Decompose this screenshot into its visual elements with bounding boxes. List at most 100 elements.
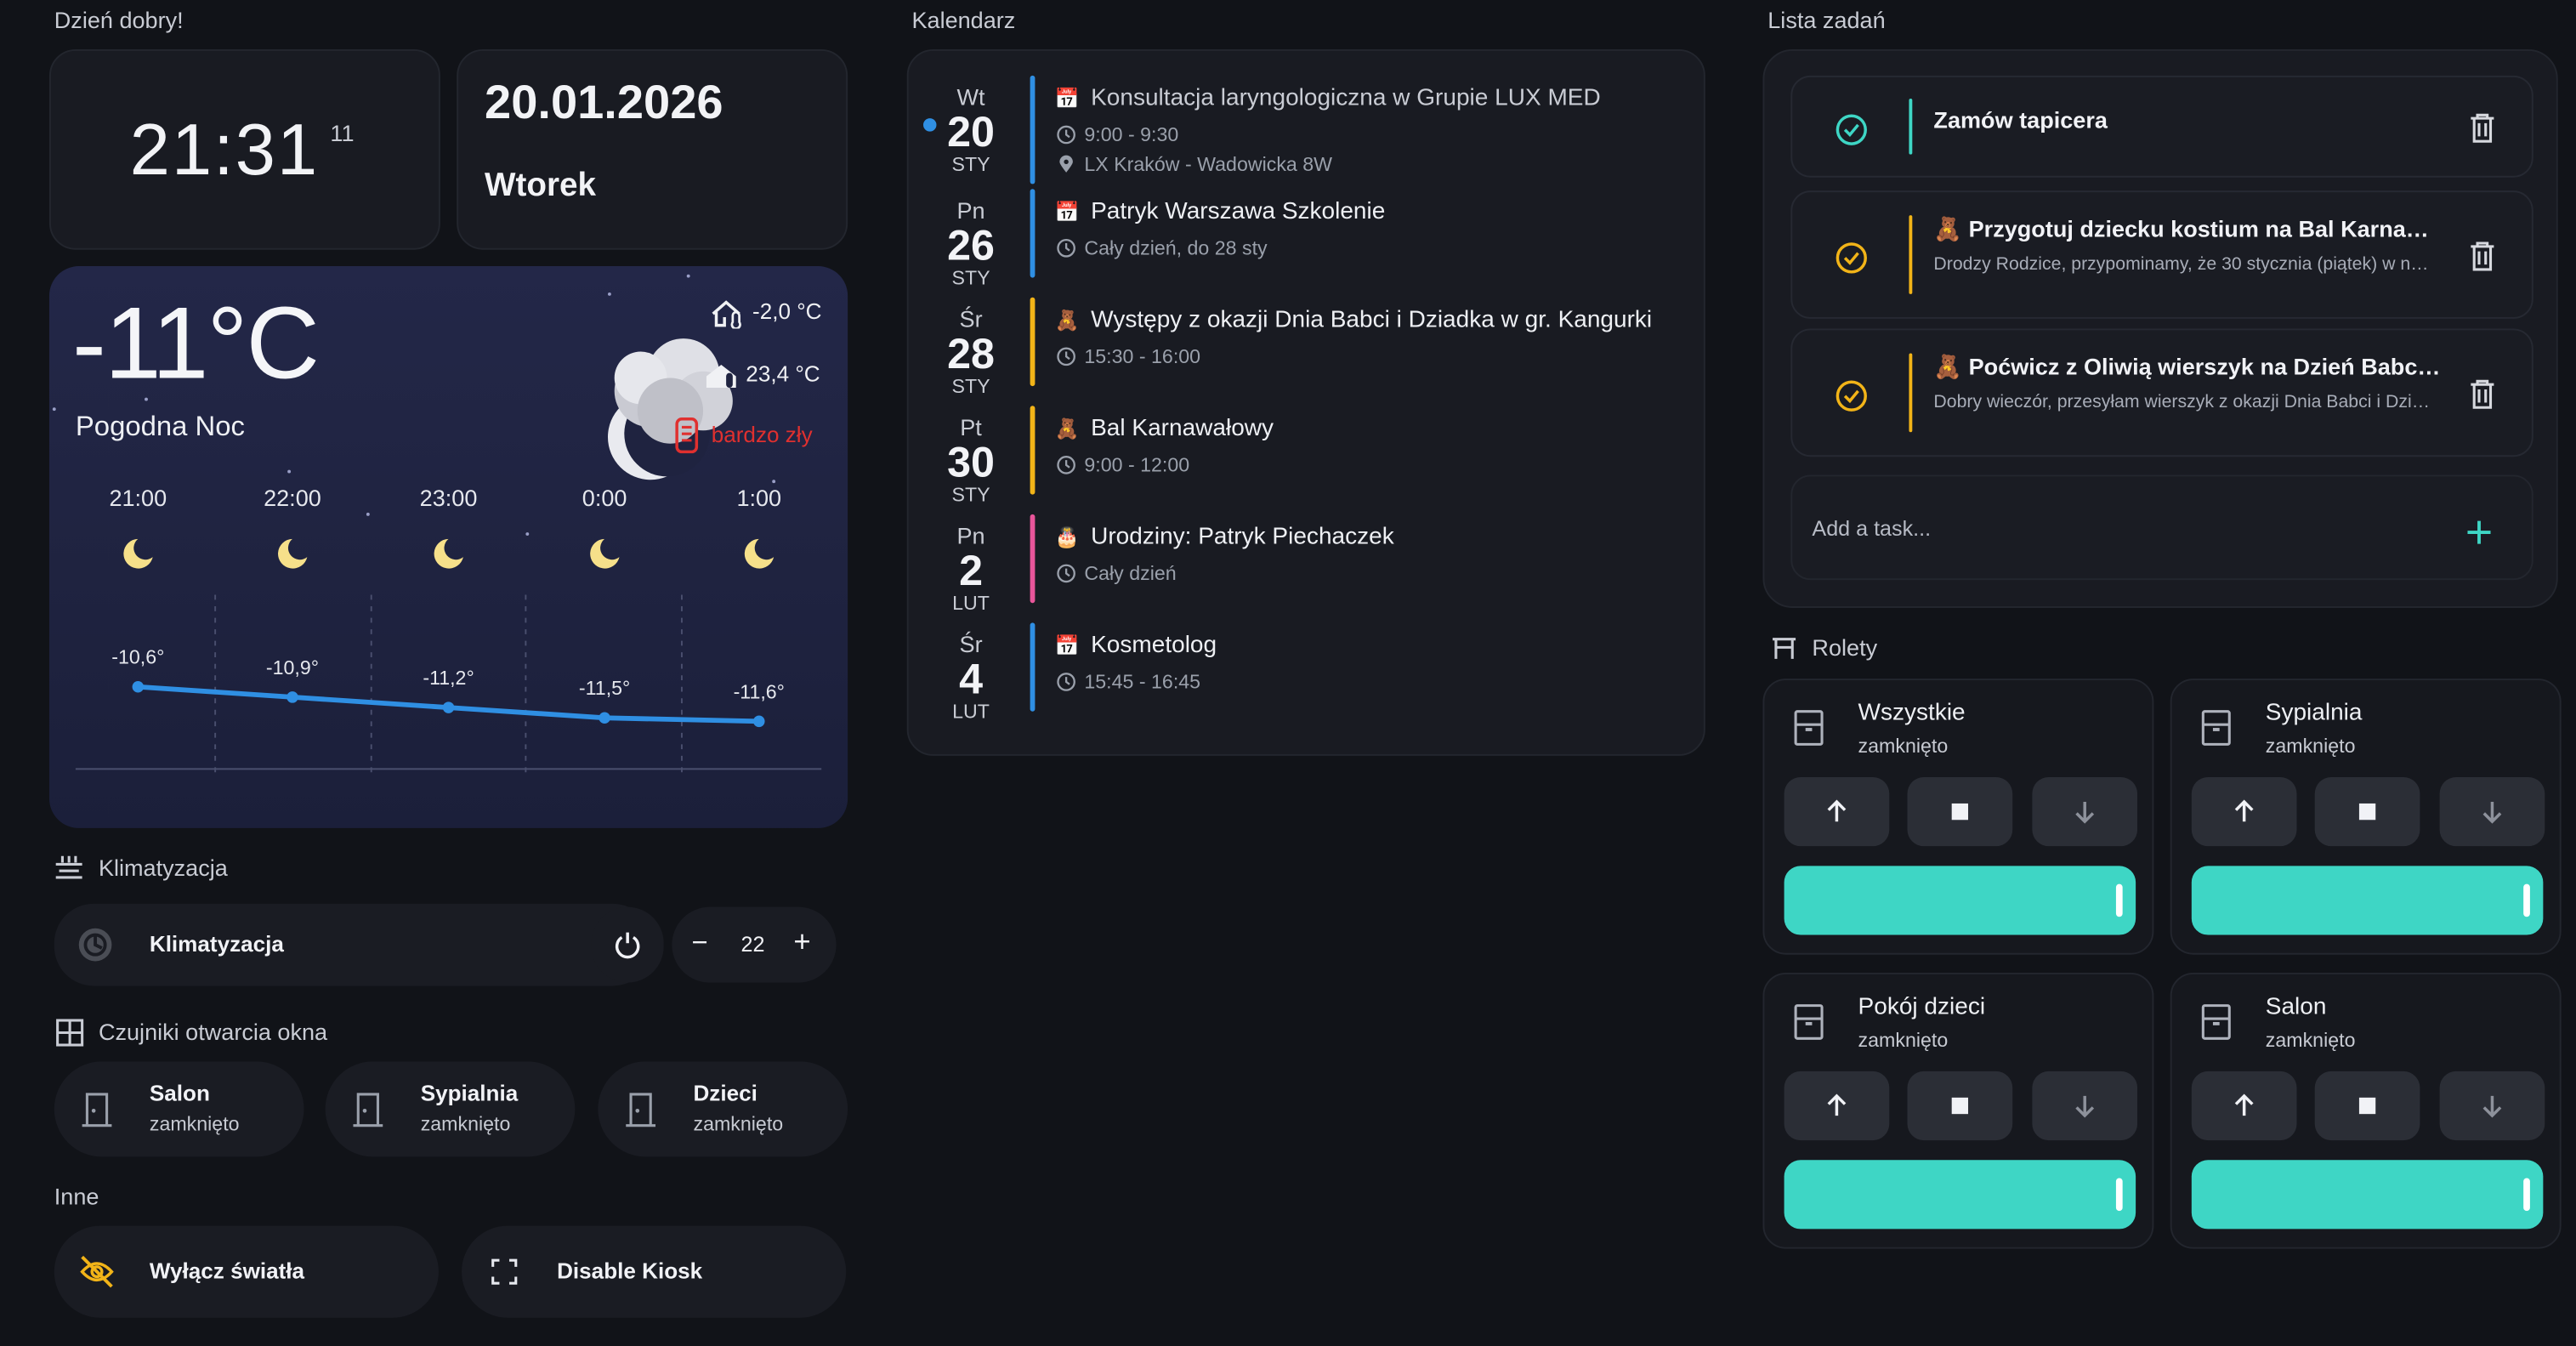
blind-name: Pokój dzieci: [1858, 994, 1986, 1021]
sensor-state: zamknięto: [149, 1112, 240, 1136]
add-task-field[interactable]: Add a task...: [1790, 474, 2533, 581]
event-day: 20: [947, 106, 995, 156]
blind-open-button[interactable]: [1784, 777, 1890, 847]
slider-handle[interactable]: [2523, 1178, 2530, 1212]
check-circle-icon[interactable]: [1835, 379, 1868, 412]
task-item[interactable]: Zamów tapicera: [1790, 75, 2533, 178]
climate-power-button[interactable]: [591, 906, 664, 983]
lights-off-button[interactable]: Wyłącz światła: [54, 1225, 439, 1318]
clock-icon: [1057, 564, 1075, 583]
blind-icon: [1794, 1004, 1824, 1041]
event-title[interactable]: Urodziny: Patryk Piechaczek: [1091, 524, 1394, 550]
event-month: STY: [951, 483, 990, 507]
event-color-bar: [1030, 406, 1036, 495]
blind-position-slider[interactable]: [1784, 1160, 2136, 1230]
delete-icon[interactable]: [2469, 113, 2495, 143]
blind-open-button[interactable]: [2191, 1071, 2297, 1141]
event-title[interactable]: Występy z okazji Dnia Babci i Dziadka w …: [1091, 307, 1652, 333]
blind-close-button[interactable]: [2439, 1071, 2545, 1141]
event-time: 9:00 - 9:30: [1057, 123, 1178, 146]
task-title: 🧸 Przygotuj dziecku kostium na Bal Karna…: [1933, 215, 2443, 242]
blind-stop-button[interactable]: [2314, 1071, 2420, 1141]
event-month: STY: [951, 266, 990, 290]
blind-stop-button[interactable]: [2314, 777, 2420, 847]
event-time-text: 15:30 - 16:00: [1084, 344, 1201, 368]
event-date: Pt 30 STY: [938, 415, 1003, 507]
climate-name: Klimatyzacja: [149, 931, 284, 957]
event-day: 4: [959, 654, 984, 704]
blind-stop-button[interactable]: [1907, 1071, 2013, 1141]
today-dot: [923, 118, 937, 132]
event-time-text: 15:45 - 16:45: [1084, 670, 1201, 694]
event-date: Śr 4 LUT: [938, 632, 1003, 724]
window-sensor-dzieci[interactable]: Dzieci zamknięto: [598, 1061, 848, 1157]
blind-card: Sypialnia zamknięto: [2170, 679, 2562, 955]
blind-card: Wszystkie zamknięto: [1762, 679, 2154, 955]
sensor-name: Salon: [149, 1081, 210, 1106]
blind-open-button[interactable]: [1784, 1071, 1890, 1141]
event-time: 15:45 - 16:45: [1057, 670, 1201, 694]
blind-stop-button[interactable]: [1907, 777, 2013, 847]
event-date: Śr 28 STY: [938, 306, 1003, 398]
sensor-state: zamknięto: [693, 1112, 784, 1136]
slider-handle[interactable]: [2115, 1178, 2123, 1212]
increase-button[interactable]: +: [793, 925, 810, 960]
blind-open-button[interactable]: [2191, 777, 2297, 847]
disable-kiosk-button[interactable]: Disable Kiosk: [462, 1225, 847, 1318]
plus-icon[interactable]: [2466, 520, 2493, 546]
window-sensor-sypialnia[interactable]: Sypialnia zamknięto: [325, 1061, 576, 1157]
clock-icon: [1057, 456, 1075, 474]
blind-state: zamknięto: [2265, 734, 2356, 758]
climate-entity[interactable]: Klimatyzacja: [54, 903, 653, 986]
event-time-text: Cały dzień, do 28 sty: [1084, 236, 1268, 260]
date-card: 20.01.2026 Wtorek: [457, 48, 848, 250]
window-section-title: Czujniki otwarcia okna: [98, 1019, 328, 1046]
blind-card: Pokój dzieci zamknięto: [1762, 972, 2154, 1249]
event-month: STY: [951, 374, 990, 398]
decrease-button[interactable]: −: [692, 927, 708, 960]
event-title[interactable]: Bal Karnawałowy: [1091, 416, 1274, 442]
temperature-point: [442, 701, 455, 713]
clock-card: 21:31 11: [48, 48, 440, 250]
clock-icon: [1057, 125, 1075, 145]
event-title[interactable]: Konsultacja laryngologiczna w Grupie LUX…: [1091, 85, 1601, 111]
event-title[interactable]: Patryk Warszawa Szkolenie: [1091, 199, 1385, 225]
arrow-up-icon: [2234, 799, 2254, 822]
blind-position-slider[interactable]: [2191, 866, 2544, 935]
slider-handle[interactable]: [2523, 883, 2530, 917]
event-title[interactable]: Kosmetolog: [1091, 633, 1217, 659]
blind-close-button[interactable]: [2032, 777, 2138, 847]
blind-close-button[interactable]: [2439, 777, 2545, 847]
slider-handle[interactable]: [2115, 883, 2123, 917]
weather-card[interactable]: -11°C Pogodna Noc -2,0 °C 23,4 °C bardzo…: [48, 266, 848, 828]
event-date: Pn 26 STY: [938, 198, 1003, 290]
event-color-bar: [1030, 514, 1036, 604]
blind-position-slider[interactable]: [1784, 866, 2136, 935]
event-month: LUT: [952, 700, 990, 724]
task-description: Dobry wieczór, przesyłam wierszyk z okaz…: [1933, 392, 2435, 413]
task-item[interactable]: 🧸 Przygotuj dziecku kostium na Bal Karna…: [1790, 190, 2533, 319]
task-description: Drodzy Rodzice, przypominamy, że 30 styc…: [1933, 254, 2434, 275]
blind-position-slider[interactable]: [2191, 1160, 2544, 1230]
check-circle-icon[interactable]: [1835, 113, 1868, 146]
temperature-stepper[interactable]: − 22 +: [672, 906, 837, 983]
task-item[interactable]: 🧸 Poćwicz z Oliwią wierszyk na Dzień Bab…: [1790, 328, 2533, 457]
event-time-text: Cały dzień: [1084, 561, 1177, 585]
event-emoji-icon: 📅: [1054, 633, 1080, 657]
check-circle-icon[interactable]: [1835, 241, 1868, 275]
blind-card: Salon zamknięto: [2170, 972, 2562, 1249]
blind-state: zamknięto: [1858, 734, 1949, 758]
delete-icon[interactable]: [2469, 241, 2495, 271]
event-color-bar: [1030, 189, 1036, 278]
delete-icon[interactable]: [2469, 379, 2495, 409]
blind-icon: [2201, 1004, 2231, 1041]
sensor-state: zamknięto: [420, 1112, 511, 1136]
blind-close-button[interactable]: [2032, 1071, 2138, 1141]
moon-icon: [278, 538, 308, 569]
climate-section-icon: [54, 855, 84, 881]
blind-name: Wszystkie: [1858, 700, 1966, 727]
temperature-label: -11,2°: [423, 667, 474, 689]
setpoint-value: 22: [740, 931, 765, 957]
window-sensor-salon[interactable]: Salon zamknięto: [54, 1061, 304, 1157]
event-emoji-icon: 📅: [1054, 200, 1080, 224]
